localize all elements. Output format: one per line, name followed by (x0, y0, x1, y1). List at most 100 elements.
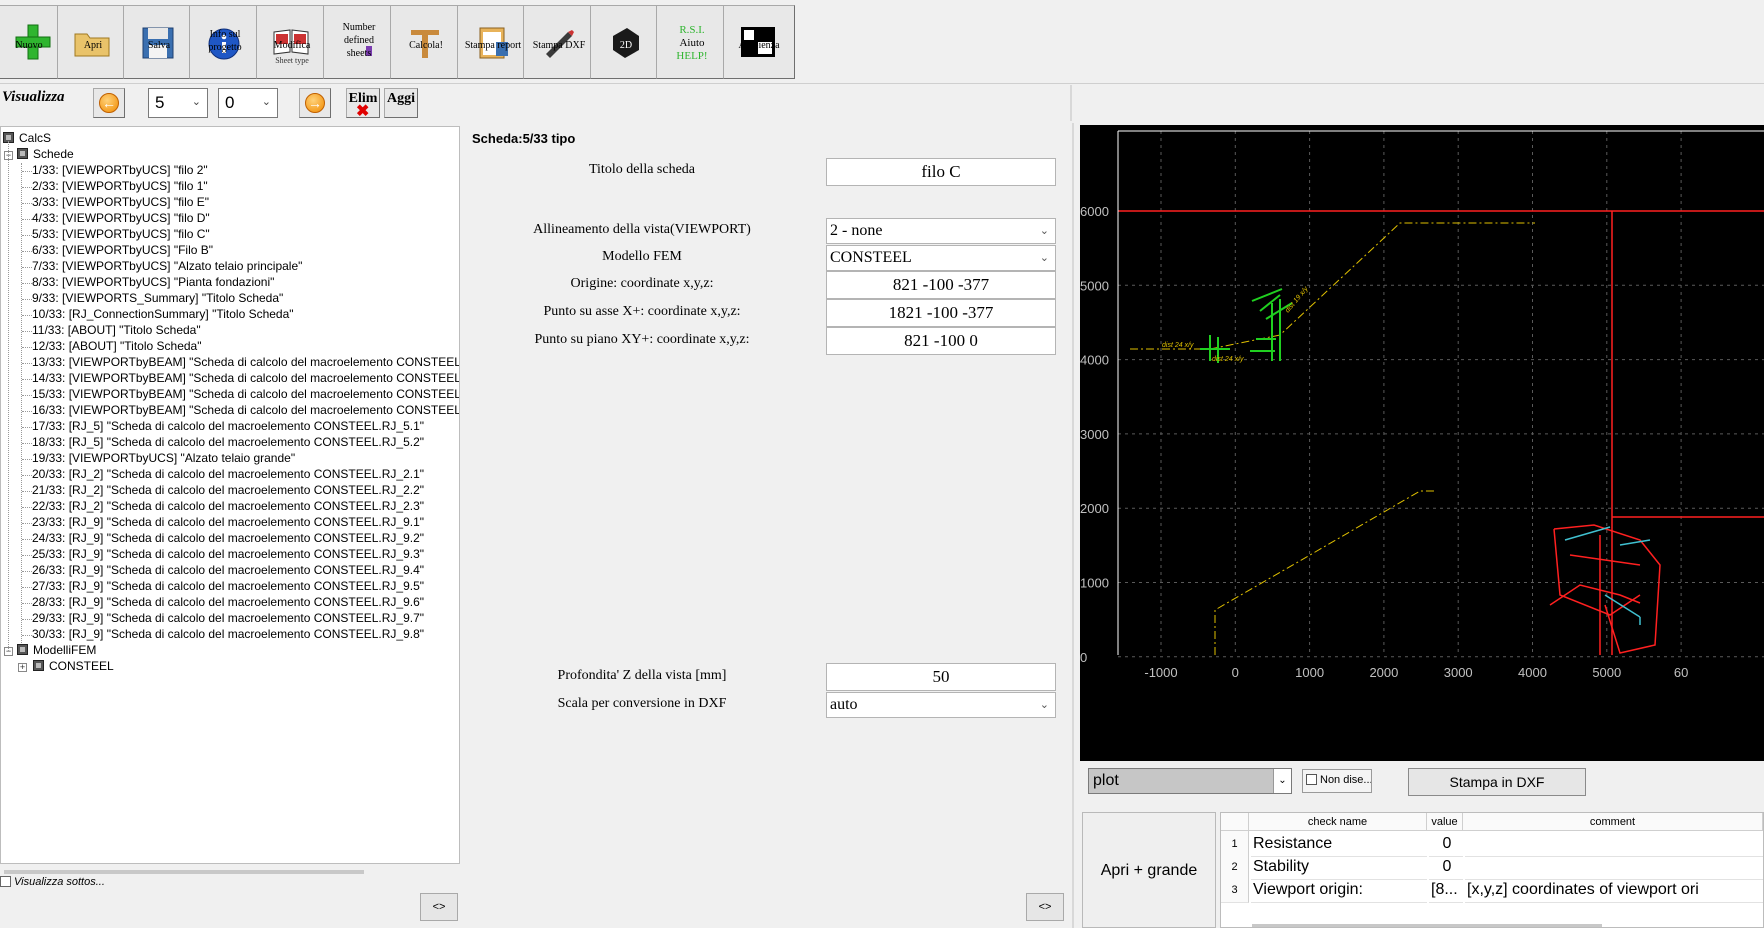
tree-item[interactable]: 14/33: [VIEWPORTbyBEAM] "Scheda di calco… (32, 371, 459, 388)
checks-grid[interactable]: check name value comment 1 Resistance 0 2 St… (1220, 812, 1764, 928)
tree-item[interactable]: 16/33: [VIEWPORTbyBEAM] "Scheda di calco… (32, 403, 459, 420)
sub-number-select[interactable]: 0 ⌄ (218, 88, 278, 118)
grid-lines (1118, 131, 1764, 658)
y-tick-label: 6000 (1080, 204, 1109, 219)
tree-item[interactable]: 27/33: [RJ_9] "Scheda di calcolo del mac… (32, 579, 424, 596)
tree-item[interactable]: 3/33: [VIEWPORTbyUCS] "filo E" (32, 195, 209, 212)
tree-item[interactable]: 24/33: [RJ_9] "Scheda di calcolo del mac… (32, 531, 424, 548)
tree-item[interactable]: 13/33: [VIEWPORTbyBEAM] "Scheda di calco… (32, 355, 459, 372)
tree-item[interactable]: 5/33: [VIEWPORTbyUCS] "filo C" (32, 227, 210, 244)
tree-guide-line (22, 427, 32, 428)
x-tick-label: 60 (1674, 665, 1688, 680)
help-label: R.S.I. Aiuto HELP! (676, 24, 708, 62)
origin-label: Origine: coordinate x,y,z: (570, 276, 714, 291)
dxf-scale-select[interactable]: auto ⌄ (826, 692, 1056, 718)
save-button[interactable]: Salva (123, 5, 195, 79)
toggle-tree-button[interactable]: <> (420, 893, 458, 921)
xy-plane-point-input[interactable]: 821 -100 0 (826, 327, 1056, 355)
tree-item[interactable]: 30/33: [RJ_9] "Scheda di calcolo del mac… (32, 627, 424, 644)
print-dxf-button[interactable]: Stampa DXF (523, 5, 595, 79)
toggle-view-button[interactable]: <> (1026, 893, 1064, 921)
tree-root[interactable]: CalcS (3, 131, 51, 148)
tree-item[interactable]: 1/33: [VIEWPORTbyUCS] "filo 2" (32, 163, 208, 180)
help-button[interactable]: R.S.I. Aiuto HELP! (656, 5, 728, 79)
tree-item[interactable]: 8/33: [VIEWPORTbyUCS] "Pianta fondazioni… (32, 275, 274, 292)
autocad-button[interactable]: 2D (590, 5, 662, 79)
depth-input[interactable]: 50 (826, 663, 1056, 691)
print-report-button[interactable]: Stampa report (457, 5, 529, 79)
tree-consteel-node[interactable]: CONSTEEL (33, 659, 114, 676)
grid-cell-value[interactable]: [8... (1429, 877, 1463, 903)
tree-item[interactable]: 9/33: [VIEWPORTS_Summary] "Titolo Scheda… (32, 291, 283, 308)
sheet-tree[interactable]: CalcS − Schede 1/33: [VIEWPORTbyUCS] "fi… (0, 126, 460, 864)
no-draw-checkbox[interactable]: Non dise... (1302, 769, 1372, 793)
tree-item[interactable]: 22/33: [RJ_2] "Scheda di calcolo del mac… (32, 499, 424, 516)
layout-button[interactable]: Ambienza (723, 5, 795, 79)
plot-mode-select[interactable]: plot ⌄ (1088, 768, 1292, 794)
grid-cell-comment[interactable]: [x,y,z] coordinates of viewport ori (1465, 877, 1763, 903)
tree-guide-line (22, 507, 32, 508)
delete-sheet-button[interactable]: Elim ✖ (346, 88, 380, 120)
tree-guide-line (22, 555, 32, 556)
expand-icon[interactable]: + (18, 663, 27, 672)
tree-item[interactable]: 10/33: [RJ_ConnectionSummary] "Titolo Sc… (32, 307, 294, 324)
number-sheets-button[interactable]: Number defined sheets (323, 5, 395, 79)
grid-header-value[interactable]: value (1427, 813, 1463, 831)
tree-item[interactable]: 28/33: [RJ_9] "Scheda di calcolo del mac… (32, 595, 424, 612)
checks-panel: Apri + grande check name value comment 1… (1082, 800, 1764, 928)
open-large-button[interactable]: Apri + grande (1082, 812, 1216, 928)
tree-guide-line (22, 571, 32, 572)
grid-row-number[interactable]: 3 (1221, 877, 1249, 903)
open-button[interactable]: Apri (57, 5, 129, 79)
tree-item[interactable]: 20/33: [RJ_2] "Scheda di calcolo del mac… (32, 467, 424, 484)
tree-item[interactable]: 6/33: [VIEWPORTbyUCS] "Filo B" (32, 243, 213, 260)
tree-item[interactable]: 29/33: [RJ_9] "Scheda di calcolo del mac… (32, 611, 424, 628)
x-tick-label: 0 (1232, 665, 1239, 680)
axis-line (1214, 490, 1435, 655)
title-input[interactable]: filo C (826, 158, 1056, 186)
tree-item[interactable]: 11/33: [ABOUT] "Titolo Scheda" (32, 323, 201, 340)
viewport-canvas[interactable]: 6000 5000 4000 3000 2000 1000 0 -1000 0 1000 2000 3… (1080, 125, 1764, 761)
grid-horizontal-scrollbar[interactable] (1252, 924, 1602, 927)
project-info-button[interactable]: Info sul progetto (189, 5, 261, 79)
print-report-label: Stampa report (464, 40, 522, 51)
view-title: Visualizza (2, 89, 65, 105)
tree-guide-line (8, 141, 9, 651)
grid-cell-name[interactable]: Viewport origin: (1251, 877, 1427, 903)
calculate-button[interactable]: Calcola! (390, 5, 462, 79)
origin-input[interactable]: 821 -100 -377 (826, 271, 1056, 299)
sheet-number-select[interactable]: 5 ⌄ (148, 88, 208, 118)
tree-item[interactable]: 4/33: [VIEWPORTbyUCS] "filo D" (32, 211, 210, 228)
tree-item[interactable]: 18/33: [RJ_5] "Scheda di calcolo del mac… (32, 435, 424, 452)
tree-item[interactable]: 19/33: [VIEWPORTbyUCS] "Alzato telaio gr… (32, 451, 295, 468)
tree-guide-line (22, 491, 32, 492)
tree-item[interactable]: 17/33: [RJ_5] "Scheda di calcolo del mac… (32, 419, 424, 436)
tree-item[interactable]: 12/33: [ABOUT] "Titolo Scheda" (32, 339, 202, 356)
previous-sheet-button[interactable]: ← (93, 88, 125, 118)
app-window: Nuovo Apri Salva Info sul progetto Modif… (0, 0, 1764, 928)
x-axis-point-input[interactable]: 1821 -100 -377 (826, 299, 1056, 327)
alignment-select[interactable]: 2 - none ⌄ (826, 218, 1056, 244)
tree-item[interactable]: 26/33: [RJ_9] "Scheda di calcolo del mac… (32, 563, 424, 580)
new-button[interactable]: Nuovo (0, 5, 60, 79)
grid-header-name[interactable]: check name (1249, 813, 1427, 831)
tree-guide-line (22, 315, 32, 316)
show-subsheets-checkbox[interactable]: Visualizza sottos... (0, 876, 105, 892)
calculate-label: Calcola! (409, 40, 443, 51)
tree-item[interactable]: 7/33: [VIEWPORTbyUCS] "Alzato telaio pri… (32, 259, 302, 276)
tree-horizontal-scrollbar[interactable] (4, 870, 364, 874)
tree-item[interactable]: 23/33: [RJ_9] "Scheda di calcolo del mac… (32, 515, 424, 532)
chevron-down-icon: ⌄ (1039, 225, 1049, 237)
tree-item[interactable]: 15/33: [VIEWPORTbyBEAM] "Scheda di calco… (32, 387, 459, 404)
tree-modelli-node[interactable]: ModelliFEM (17, 643, 96, 660)
tree-item[interactable]: 25/33: [RJ_9] "Scheda di calcolo del mac… (32, 547, 424, 564)
grid-header-comment[interactable]: comment (1463, 813, 1763, 831)
next-sheet-button[interactable]: → (299, 88, 331, 118)
add-sheet-button[interactable]: Aggi (384, 88, 418, 118)
tree-schede-node[interactable]: Schede (17, 147, 74, 164)
sheet-type-button[interactable]: Modifica Sheet type (256, 5, 328, 79)
tree-item[interactable]: 21/33: [RJ_2] "Scheda di calcolo del mac… (32, 483, 424, 500)
print-dxf-viewport-button[interactable]: Stampa in DXF (1408, 768, 1586, 796)
fem-model-select[interactable]: CONSTEEL ⌄ (826, 245, 1056, 271)
tree-item[interactable]: 2/33: [VIEWPORTbyUCS] "filo 1" (32, 179, 208, 196)
